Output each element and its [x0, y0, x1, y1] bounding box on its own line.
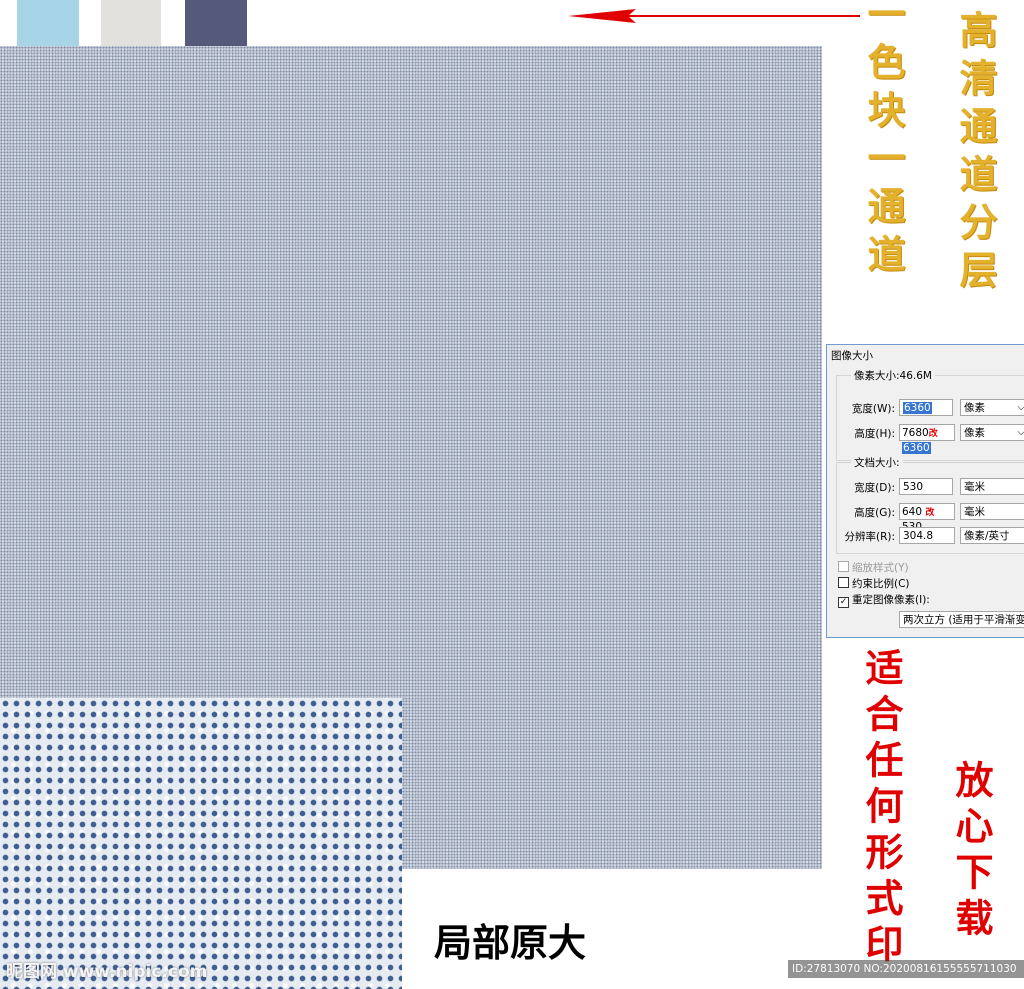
- chevron-down-icon: ⌵: [1017, 426, 1024, 440]
- resolution-unit: 像素/英寸: [964, 530, 1010, 542]
- constrain-label: 约束比例(C): [852, 578, 910, 590]
- edit-mark: 改: [925, 508, 935, 518]
- edit-mark: 改: [928, 429, 938, 439]
- doc-width-field[interactable]: 530: [899, 478, 953, 495]
- resample-method-select[interactable]: 两次立方 (适用于平滑渐变: [899, 611, 1024, 628]
- pixel-height-label: 高度(H):: [854, 428, 895, 440]
- caption-hd-channel-layers: 高清通道分层: [953, 10, 998, 298]
- doc-width-value: 530: [903, 481, 924, 493]
- watermark-logo: 昵图网 www.nipic.com: [6, 962, 208, 982]
- pixel-width-label: 宽度(W):: [851, 403, 895, 415]
- resample-checkbox[interactable]: ✓ 重定图像像素(I):: [838, 592, 930, 608]
- watermark-id: ID:27813070 NO:20200816155555711030: [788, 960, 1024, 978]
- caption-download: 放心下载: [949, 760, 994, 944]
- chevron-down-icon: ⌵: [1017, 401, 1024, 415]
- checkbox-icon: [838, 577, 849, 588]
- doc-width-label: 宽度(D):: [854, 482, 895, 494]
- resample-label: 重定图像像素(I):: [852, 594, 930, 606]
- fabric-texture-detail: [0, 698, 402, 989]
- pixel-height-field[interactable]: 7680改 6360: [899, 424, 955, 454]
- pixel-width-value: 6360: [903, 402, 932, 414]
- document-size-group: 文档大小: 宽度(D): 530 毫米 高度(G): 640 改 530 毫米 …: [836, 455, 1024, 554]
- doc-width-unit: 毫米: [964, 481, 985, 493]
- resample-method: 两次立方 (适用于平滑渐变: [903, 614, 1024, 626]
- image-size-dialog: 图像大小 像素大小:46.6M 宽度(W): 6360 像素 ⌵ 高度(H): 7…: [826, 344, 1024, 638]
- pixel-height-unit-select[interactable]: 像素 ⌵: [960, 424, 1024, 441]
- doc-height-field[interactable]: 640 改 530: [899, 503, 955, 533]
- pixel-width-unit: 像素: [964, 402, 985, 414]
- doc-height-unit-select[interactable]: 毫米: [960, 503, 1024, 520]
- caption-any-print: 适合任何形式印: [859, 648, 904, 970]
- pointer-arrow: [568, 9, 860, 23]
- pixel-width-unit-select[interactable]: 像素 ⌵: [960, 399, 1024, 416]
- checkmark-icon: ✓: [838, 597, 849, 608]
- doc-height-unit: 毫米: [964, 506, 985, 518]
- pixel-height-unit: 像素: [964, 427, 985, 439]
- checkbox-icon: [838, 561, 849, 572]
- doc-width-unit-select[interactable]: 毫米: [960, 478, 1024, 495]
- doc-size-label: 文档大小:: [851, 455, 903, 470]
- color-swatch-light-blue: [17, 0, 79, 46]
- pixel-height-value: 6360: [902, 442, 931, 454]
- doc-height-old: 640: [902, 506, 923, 518]
- constrain-proportions-checkbox[interactable]: 约束比例(C): [838, 576, 910, 591]
- resolution-label: 分辨率(R):: [844, 531, 895, 543]
- resolution-value: 304.8: [903, 530, 934, 542]
- scale-styles-checkbox[interactable]: 缩放样式(Y): [838, 560, 909, 575]
- color-swatch-light-gray: [101, 0, 161, 46]
- pixel-size-label: 像素大小:46.6M: [851, 368, 935, 383]
- pixel-height-old: 7680: [902, 427, 929, 439]
- dialog-title: 图像大小: [831, 350, 873, 362]
- doc-height-label: 高度(G):: [854, 507, 895, 519]
- resolution-unit-select[interactable]: 像素/英寸: [960, 527, 1024, 544]
- scale-styles-label: 缩放样式(Y): [852, 562, 909, 574]
- caption-color-block-channel: 一色块一通道: [861, 0, 906, 282]
- pixel-width-field[interactable]: 6360: [899, 399, 953, 416]
- color-swatch-dark-slate: [185, 0, 247, 46]
- resolution-field[interactable]: 304.8: [899, 527, 955, 544]
- zoom-detail-label: 局部原大: [434, 921, 587, 965]
- pixel-dimensions-group: 像素大小:46.6M 宽度(W): 6360 像素 ⌵ 高度(H): 7680改 6…: [836, 368, 1024, 461]
